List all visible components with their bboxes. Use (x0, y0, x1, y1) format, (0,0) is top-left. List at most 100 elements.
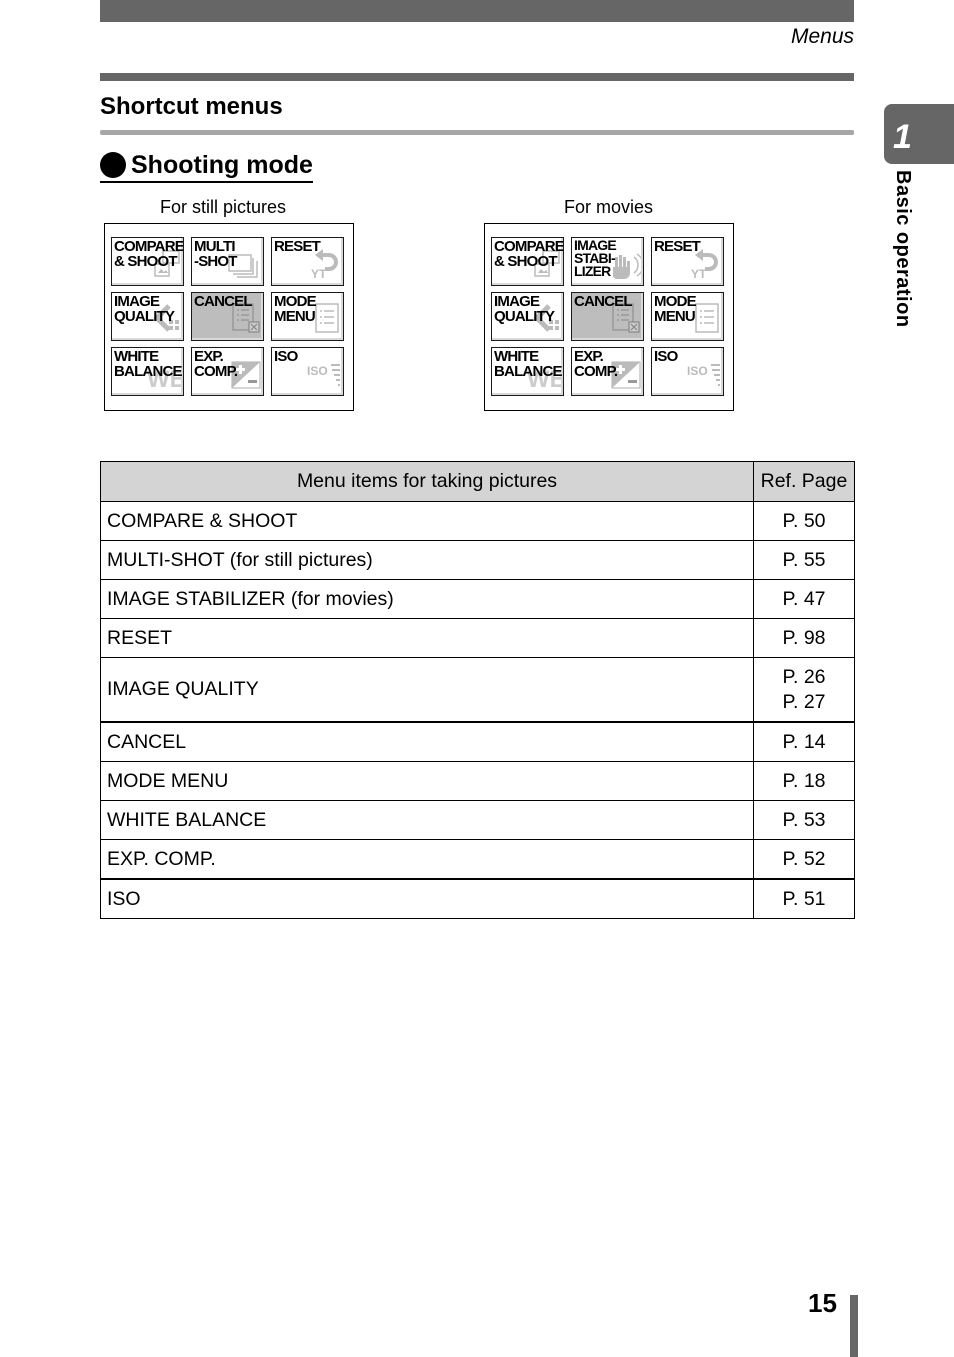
column-header-ref-page: Ref. Page (753, 461, 855, 502)
mode-menu-icon (693, 302, 721, 339)
shortcut-tile-exp-comp[interactable]: EXP. COMP. (191, 347, 264, 396)
tile-label: CANCEL (574, 293, 632, 310)
shortcut-tile-mode-menu[interactable]: MODE MENU (651, 292, 724, 341)
ref-page: P. 14 (782, 730, 826, 753)
shortcut-tile-image-quality[interactable]: IMAGE QUALITY (491, 292, 564, 341)
panel-movies: COMPARE & SHOOT IMAGE STABI- LIZER RESET YT… (484, 223, 734, 411)
panel-caption-movies: For movies (564, 197, 654, 217)
shortcut-tile-mode-menu[interactable]: MODE MENU (271, 292, 344, 341)
table-header-row: Menu items for taking pictures Ref. Page (100, 461, 855, 502)
chapter-title: Basic operation (892, 170, 914, 328)
table-row: IMAGE STABILIZER (for movies) P. 47 (100, 579, 855, 619)
menu-item-name: IMAGE STABILIZER (for movies) (100, 579, 754, 619)
ref-page: P. 53 (782, 808, 826, 831)
bullet-icon (100, 152, 126, 178)
tile-label: MODE MENU (274, 293, 317, 325)
ref-page: P. 50 (782, 509, 826, 532)
shortcut-tile-image-quality[interactable]: IMAGE QUALITY (111, 292, 184, 341)
menu-item-name: EXP. COMP. (100, 839, 754, 880)
shortcut-tile-iso[interactable]: ISO ISO (651, 347, 724, 396)
ref-page-cell: P. 52 (753, 839, 855, 880)
shortcut-tile-compare-shoot[interactable]: COMPARE & SHOOT (491, 237, 564, 286)
iso-icon: ISO (307, 361, 341, 394)
subsection-title: Shooting mode (131, 151, 313, 179)
shortcut-tile-cancel[interactable]: CANCEL (571, 292, 644, 341)
mode-menu-icon (313, 302, 341, 339)
menu-item-name: WHITE BALANCE (100, 800, 754, 840)
tile-label: ISO (654, 348, 678, 365)
shortcut-tile-compare-shoot[interactable]: COMPARE & SHOOT (111, 237, 184, 286)
shortcut-tile-reset[interactable]: RESET YT (651, 237, 724, 286)
tile-label: CANCEL (194, 293, 252, 310)
shortcut-tile-cancel[interactable]: CANCEL (191, 292, 264, 341)
ref-page: P. 18 (782, 769, 826, 792)
header-rule (100, 73, 854, 81)
ref-page-cell: P. 14 (753, 721, 855, 762)
panel-still-pictures: COMPARE & SHOOT MULTI -SHOT RESET YT IMAGE Q… (104, 223, 354, 411)
subsection-heading: Shooting mode (100, 150, 313, 183)
panel-caption-still: For still pictures (160, 197, 287, 217)
shortcut-tile-white-balance[interactable]: WHITE BALANCEWB (111, 347, 184, 396)
svg-text:YT: YT (311, 267, 327, 279)
ref-page: P. 51 (782, 887, 826, 910)
shortcut-tile-image-stabilizer[interactable]: IMAGE STABI- LIZER (571, 237, 644, 286)
running-head: Menus (790, 25, 854, 48)
table-row: COMPARE & SHOOT P. 50 (100, 501, 855, 541)
section-title: Shortcut menus (100, 93, 283, 120)
table-row: IMAGE QUALITY P. 26 P. 27 (100, 657, 855, 723)
chapter-number: 1 (893, 118, 912, 156)
table-row: EXP. COMP. P. 52 (100, 839, 855, 880)
shortcut-tile-multi-shot[interactable]: MULTI -SHOT (191, 237, 264, 286)
header-bar (100, 0, 854, 22)
column-header-item: Menu items for taking pictures (100, 461, 754, 502)
ref-page-cell: P. 26 P. 27 (753, 657, 855, 723)
menu-item-name: MODE MENU (100, 761, 754, 801)
svg-text:ISO: ISO (307, 364, 328, 378)
svg-text:YT: YT (691, 267, 707, 279)
tile-label: IMAGE STABI- LIZER (574, 237, 617, 279)
svg-text:ISO: ISO (687, 364, 708, 378)
ref-page-cell: P. 98 (753, 618, 855, 658)
ref-page-cell: P. 55 (753, 540, 855, 580)
tile-label: EXP. COMP. (574, 348, 618, 380)
shortcut-tile-reset[interactable]: RESET YT (271, 237, 344, 286)
tile-label: EXP. COMP. (194, 348, 238, 380)
menu-item-name: COMPARE & SHOOT (100, 501, 754, 541)
tile-label: MULTI -SHOT (194, 238, 237, 270)
tile-label: COMPARE & SHOOT (114, 238, 184, 270)
ref-page: P. 47 (782, 587, 826, 610)
tile-label: WHITE BALANCE (494, 348, 563, 380)
shortcut-tile-iso[interactable]: ISO ISO (271, 347, 344, 396)
tile-label: IMAGE QUALITY (494, 293, 555, 325)
ref-page-cell: P. 18 (753, 761, 855, 801)
tile-label: RESET (274, 238, 321, 255)
ref-page: P. 52 (782, 847, 826, 870)
table-row: WHITE BALANCE P. 53 (100, 800, 855, 840)
iso-icon: ISO (687, 361, 721, 394)
menu-reference-table: Menu items for taking pictures Ref. Page… (100, 461, 855, 919)
chapter-tab: 1 (884, 104, 954, 164)
ref-page: P. 98 (782, 626, 826, 649)
menu-item-name: ISO (100, 878, 754, 919)
menu-item-name: IMAGE QUALITY (100, 657, 754, 723)
table-row: CANCEL P. 14 (100, 721, 855, 762)
table-row: ISO P. 51 (100, 878, 855, 919)
tile-label: COMPARE & SHOOT (494, 238, 564, 270)
ref-page-cell: P. 51 (753, 878, 855, 919)
tile-label: MODE MENU (654, 293, 697, 325)
section-rule (100, 130, 854, 135)
ref-page: P. 26 (782, 665, 826, 688)
menu-item-name: MULTI-SHOT (for still pictures) (100, 540, 754, 580)
page-number: 15 (808, 1288, 837, 1318)
ref-page: P. 27 (782, 690, 826, 713)
tile-label: RESET (654, 238, 701, 255)
menu-item-name: RESET (100, 618, 754, 658)
ref-page-cell: P. 53 (753, 800, 855, 840)
table-row: MULTI-SHOT (for still pictures) P. 55 (100, 540, 855, 580)
shortcut-tile-white-balance[interactable]: WHITE BALANCEWB (491, 347, 564, 396)
tile-label: IMAGE QUALITY (114, 293, 175, 325)
shortcut-tile-exp-comp[interactable]: EXP. COMP. (571, 347, 644, 396)
ref-page-cell: P. 50 (753, 501, 855, 541)
table-row: MODE MENU P. 18 (100, 761, 855, 801)
tile-label: ISO (274, 348, 298, 365)
